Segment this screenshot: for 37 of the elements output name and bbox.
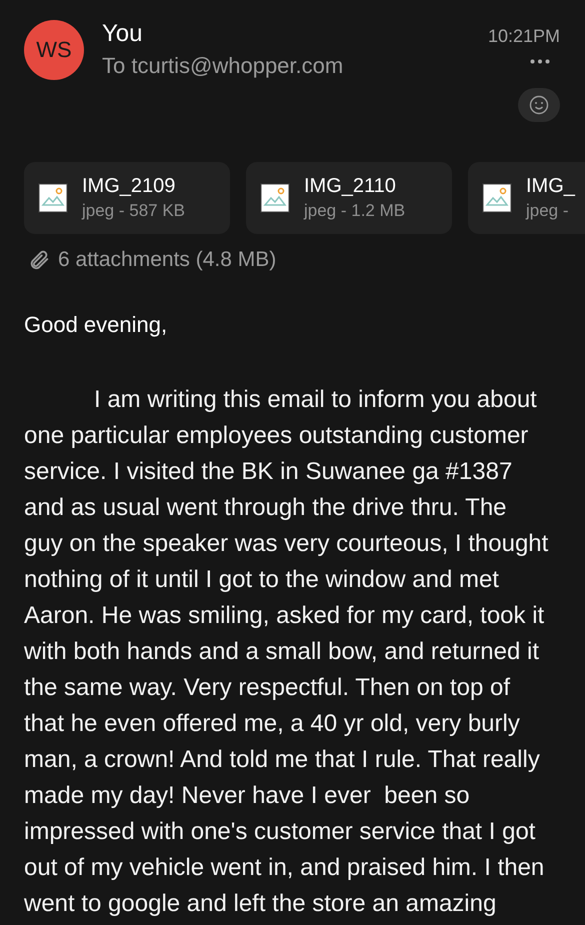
attachment-card[interactable]: IMG_ jpeg - [468,162,585,234]
file-meta: jpeg - 1.2 MB [304,201,406,221]
recipient: To tcurtis@whopper.com [102,53,344,79]
file-name: IMG_ [526,175,576,198]
attachment-card[interactable]: IMG_2109 jpeg - 587 KB [24,162,230,234]
image-file-icon [260,183,290,213]
smiley-icon [529,95,549,115]
paperclip-icon [28,249,50,271]
body-text-line: I am writing this email to inform you about [93,385,538,415]
file-meta: jpeg - 587 KB [82,201,186,221]
body-text-line: out of my vehicle went in, and praised him. I then [24,853,546,883]
file-name: IMG_2109 [82,175,176,198]
timestamp: 10:21PM [488,26,560,47]
body-text-line: nothing of it until I got to the window and met [24,565,500,595]
greeting: Good evening, [24,312,168,338]
body-text-line: one particular employees outstanding customer [24,421,530,451]
sender-name: You [102,20,144,48]
reaction-button[interactable] [518,88,560,122]
body-text-line: guy on the speaker was very courteous, I thought [24,529,550,559]
body-text-line: went to google and left the store an amazing [24,889,498,919]
image-file-icon [482,183,512,213]
body-text-line: made my day! Never have I ever been so [24,781,471,811]
body-text-line: with both hands and a small bow, and returned it [24,637,540,667]
body-text-line: service. I visited the BK in Suwanee ga #1387 [24,457,514,487]
body-text-line: impressed with one's customer service that I got [24,817,536,847]
image-file-icon [38,183,68,213]
body-text-line: that he even offered me, a 40 yr old, very burly [24,709,521,739]
body-text-line: man, a crown! And told me that I rule. That really [24,745,541,775]
avatar: WS [24,20,84,80]
file-name: IMG_2110 [304,175,397,198]
body-text-line: the same way. Very respectful. Then on top of [24,673,512,703]
file-meta: jpeg - [526,201,570,221]
attachments-summary: 6 attachments (4.8 MB) [58,248,276,272]
body-text-line: Aaron. He was smiling, asked for my card, took it [24,601,546,631]
attachment-card[interactable]: IMG_2110 jpeg - 1.2 MB [246,162,452,234]
more-icon[interactable] [530,59,550,64]
body-text-line: and as usual went through the drive thru. The [24,493,508,523]
